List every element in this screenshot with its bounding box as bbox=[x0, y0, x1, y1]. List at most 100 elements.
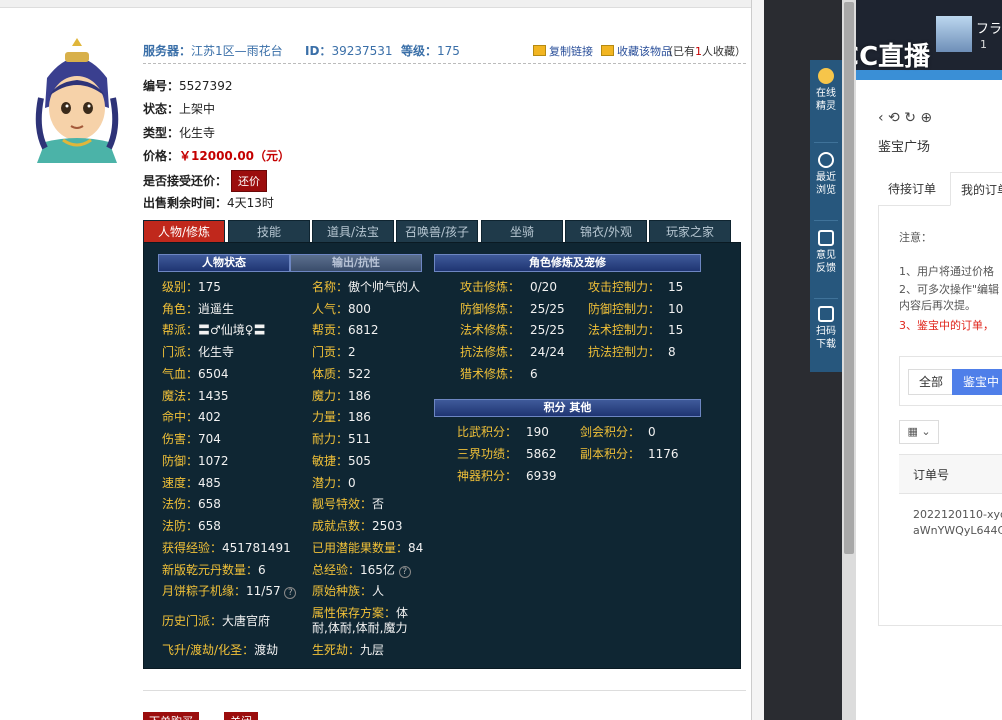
stat-row: 飞升/渡劫/化圣：渡劫 bbox=[162, 643, 279, 657]
tab-outfits[interactable]: 锦衣/外观 bbox=[565, 220, 647, 242]
clock-icon bbox=[818, 152, 834, 168]
filter-all-button[interactable]: 全部 bbox=[908, 369, 955, 395]
stat-row: 总经验：165亿 ? bbox=[312, 563, 411, 578]
separator bbox=[814, 220, 838, 221]
bottom-divider bbox=[143, 690, 746, 691]
orders-card: 注意： 1、用户将通过价格 2、可多次操作"编辑 内容后再次提。 3、鉴宝中的订… bbox=[878, 206, 1002, 626]
cultivation-row: 攻击修炼： bbox=[460, 280, 521, 294]
tab-my-orders[interactable]: 我的订单 bbox=[950, 172, 1002, 206]
stat-row: 敏捷：505 bbox=[312, 454, 371, 468]
browser-nav[interactable]: ‹ ⟲ ↻ ⊕ bbox=[878, 110, 932, 126]
stat-row: 门派：化生寺 bbox=[162, 345, 235, 359]
stat-row: 历史门派：大唐官府 bbox=[162, 614, 271, 628]
scrollbar-thumb[interactable] bbox=[844, 2, 854, 554]
score-row: 比武积分： bbox=[457, 425, 518, 439]
page-scrollbar[interactable] bbox=[842, 0, 856, 720]
cultivation-row: 抗法修炼： bbox=[460, 345, 521, 359]
bargain-button[interactable]: 还价 bbox=[231, 170, 268, 192]
stat-row: 角色：逍遥生 bbox=[162, 302, 235, 316]
order-id-line: 2022120110-xyq bbox=[913, 508, 1002, 521]
stat-row: 门贡：2 bbox=[312, 345, 356, 359]
favorite-count-note: （已有1人收藏） bbox=[662, 45, 746, 58]
control-row: 攻击控制力： bbox=[588, 280, 661, 294]
type-field: 类型：化生寺 bbox=[143, 126, 216, 140]
character-avatar bbox=[27, 38, 127, 163]
tab-pending-orders[interactable]: 待接订单 bbox=[878, 172, 946, 206]
bargain-field: 是否接受还价： 还价 bbox=[143, 170, 268, 192]
tab-pets[interactable]: 召唤兽/孩子 bbox=[396, 220, 478, 242]
streamer-avatar bbox=[936, 16, 972, 52]
tab-character-status[interactable]: 人物状态 bbox=[158, 254, 290, 272]
cultivation-value: 24/24 bbox=[530, 345, 565, 359]
stat-row: 成就点数：2503 bbox=[312, 519, 403, 533]
stat-row: 获得经验：451781491 bbox=[162, 541, 291, 555]
stat-row: 伤害：704 bbox=[162, 432, 221, 446]
feedback-button[interactable]: 意见 反馈 bbox=[810, 230, 842, 275]
online-assistant-button[interactable]: 在线 精灵 bbox=[810, 68, 842, 113]
score-header: 积分 其他 bbox=[434, 399, 701, 417]
score-row: 三界功绩： bbox=[457, 447, 518, 461]
help-icon[interactable]: ? bbox=[284, 587, 297, 599]
tab-output-resist[interactable]: 输出/抗性 bbox=[290, 254, 422, 272]
control-row: 防御控制力： bbox=[588, 302, 661, 316]
notice-line: 2、可多次操作"编辑 bbox=[899, 283, 1000, 296]
appraisal-page: ‹ ⟲ ↻ ⊕ 鉴宝广场 待接订单 我的订单 注意： 1、用户将通过价格 2、可… bbox=[856, 80, 1002, 720]
close-button[interactable]: 关闭 bbox=[224, 712, 258, 720]
listing-info-bar: 服务器：江苏1区—雨花台 ID：39237531 等级：175 复制链接 收藏该… bbox=[143, 38, 746, 64]
price-field: 价格：￥12000.00（元） bbox=[143, 149, 291, 163]
cultivation-value: 25/25 bbox=[530, 323, 565, 337]
copy-link-button[interactable]: 复制链接 bbox=[533, 43, 593, 59]
side-toolbar: 在线 精灵 最近 浏览 意见 反馈 扫码 下载 bbox=[810, 60, 842, 372]
cultivation-row: 法术修炼： bbox=[460, 323, 521, 337]
server-info: 服务器：江苏1区—雨花台 bbox=[143, 44, 283, 58]
stat-row: 力量：186 bbox=[312, 410, 371, 424]
tab-skills[interactable]: 技能 bbox=[228, 220, 310, 242]
streamer-name: フラ bbox=[976, 22, 1002, 37]
tab-character[interactable]: 人物/修炼 bbox=[143, 220, 225, 242]
order-id-line: aWnYWQyL644C bbox=[913, 524, 1002, 537]
listing-page: 服务器：江苏1区—雨花台 ID：39237531 等级：175 复制链接 收藏该… bbox=[0, 0, 752, 720]
stat-row: 属性保存方案：体 bbox=[312, 606, 409, 620]
stat-row: 已用潜能果数量：84 bbox=[312, 541, 424, 555]
order-table-header: 订单号 bbox=[899, 454, 1002, 494]
tab-home[interactable]: 玩家之家 bbox=[649, 220, 731, 242]
order-filter: 全部 鉴宝中 bbox=[899, 356, 1002, 406]
stat-row: 体质：522 bbox=[312, 367, 371, 381]
tab-mounts[interactable]: 坐骑 bbox=[481, 220, 563, 242]
score-row: 副本积分： bbox=[580, 447, 641, 461]
cc-logo: CC直播 bbox=[856, 42, 931, 72]
cultivation-header: 角色修炼及宠修 bbox=[434, 254, 701, 272]
notice-title: 注意： bbox=[899, 231, 932, 244]
cultivation-value: 25/25 bbox=[530, 302, 565, 316]
control-row: 法术控制力： bbox=[588, 323, 661, 337]
help-icon[interactable]: ? bbox=[398, 566, 411, 578]
recent-browse-button[interactable]: 最近 浏览 bbox=[810, 152, 842, 197]
stat-row: 级别：175 bbox=[162, 280, 221, 294]
control-value: 8 bbox=[668, 345, 676, 359]
notice-line: 1、用户将通过价格 bbox=[899, 265, 994, 278]
score-row: 神器积分： bbox=[457, 469, 518, 483]
streamer-count: 1 bbox=[980, 38, 987, 51]
copy-icon bbox=[533, 45, 546, 56]
stat-row: 防御：1072 bbox=[162, 454, 229, 468]
page-title: 鉴宝广场 bbox=[878, 140, 931, 155]
stat-row: 命中：402 bbox=[162, 410, 221, 424]
cultivation-row: 猎术修炼： bbox=[460, 367, 521, 381]
scan-icon bbox=[818, 306, 834, 322]
buy-button[interactable]: 下单购买 bbox=[143, 712, 199, 720]
stat-row: 潜力：0 bbox=[312, 476, 356, 490]
control-row: 抗法控制力： bbox=[588, 345, 661, 359]
stat-row: 耐,体耐,体耐,魔力 bbox=[312, 621, 408, 635]
column-toggle-button[interactable]: ▦ ⌄ bbox=[899, 420, 939, 444]
scan-download-button[interactable]: 扫码 下载 bbox=[810, 306, 842, 351]
filter-appraising-button[interactable]: 鉴宝中 bbox=[952, 369, 1002, 395]
assistant-icon bbox=[818, 68, 834, 84]
stat-row: 法防：658 bbox=[162, 519, 221, 533]
control-value: 15 bbox=[668, 280, 684, 294]
stat-row: 原始种族：人 bbox=[312, 584, 385, 598]
cultivation-value: 6 bbox=[530, 367, 538, 381]
right-browser-window: フラ 1 CC直播 ‹ ⟲ ↻ ⊕ 鉴宝广场 待接订单 我的订单 注意： 1、用… bbox=[856, 0, 1002, 720]
stat-row: 帮贡：6812 bbox=[312, 323, 379, 337]
tab-items[interactable]: 道具/法宝 bbox=[312, 220, 394, 242]
notice-line-warning: 3、鉴宝中的订单， bbox=[899, 319, 994, 332]
